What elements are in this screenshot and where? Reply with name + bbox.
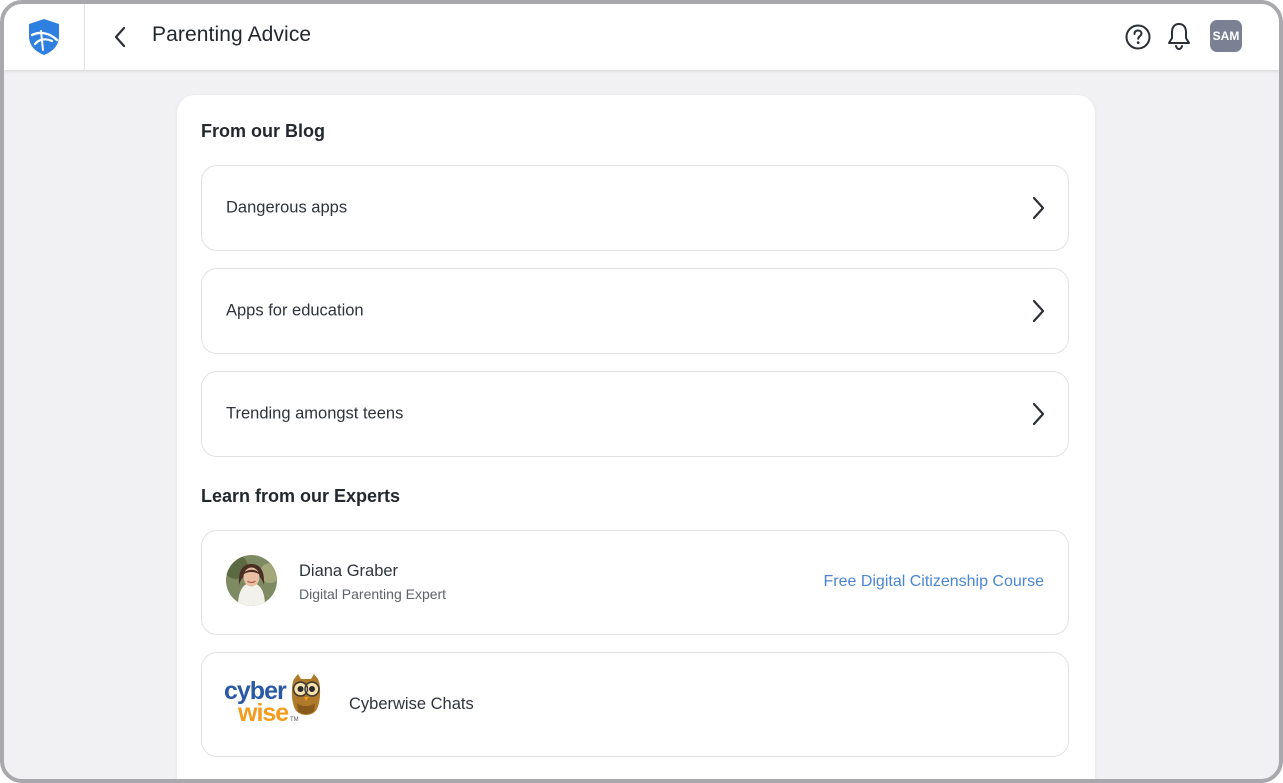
- page-title: Parenting Advice: [152, 23, 312, 46]
- svg-text:wise: wise: [237, 699, 289, 727]
- experts-section-title: Learn from our Experts: [201, 486, 401, 506]
- expert-item-diana-graber[interactable]: Diana Graber Digital Parenting Expert Fr…: [201, 530, 1069, 635]
- top-bar: Parenting Advice SAM: [4, 4, 1279, 70]
- cyberwise-logo: cyber wise TM: [224, 674, 321, 727]
- bell-icon: [1168, 23, 1190, 51]
- blog-section-title: From our Blog: [201, 121, 325, 141]
- chevron-right-icon: [1032, 402, 1045, 426]
- logo[interactable]: [4, 4, 85, 70]
- chevron-left-icon: [114, 26, 126, 48]
- blog-item-label: Trending amongst teens: [226, 404, 404, 423]
- blog-item-trending-amongst-teens[interactable]: Trending amongst teens: [201, 371, 1069, 457]
- back-button[interactable]: [104, 21, 136, 53]
- owl-icon: [291, 674, 321, 715]
- expert-item-cyberwise-chats[interactable]: cyber wise TM Cyberwise Chats: [201, 652, 1069, 757]
- help-circle-icon: [1125, 24, 1151, 50]
- blog-item-dangerous-apps[interactable]: Dangerous apps: [201, 165, 1069, 251]
- app-window: Parenting Advice SAM From our Blog Dange…: [0, 0, 1283, 783]
- expert-role: Digital Parenting Expert: [299, 586, 447, 602]
- blog-item-label: Apps for education: [226, 301, 364, 320]
- expert-photo: [226, 555, 277, 606]
- free-digital-citizenship-course-link[interactable]: Free Digital Citizenship Course: [823, 573, 1044, 591]
- shield-logo-icon: [29, 19, 59, 55]
- svg-text:TM: TM: [290, 717, 299, 723]
- notifications-button[interactable]: [1165, 21, 1193, 51]
- chevron-right-icon: [1032, 299, 1045, 323]
- user-avatar-button[interactable]: SAM: [1210, 20, 1242, 52]
- help-button[interactable]: [1124, 23, 1152, 51]
- advice-card: From our Blog Dangerous apps Apps for ed…: [177, 95, 1095, 779]
- expert-name: Diana Graber: [299, 562, 399, 580]
- blog-item-label: Dangerous apps: [226, 198, 348, 217]
- cyberwise-chats-label: Cyberwise Chats: [349, 695, 474, 713]
- blog-item-apps-for-education[interactable]: Apps for education: [201, 268, 1069, 354]
- chevron-right-icon: [1032, 196, 1045, 220]
